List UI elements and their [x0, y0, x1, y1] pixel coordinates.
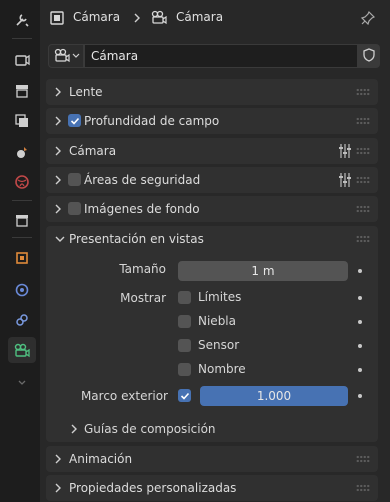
panel-title: Imágenes de fondo — [84, 202, 200, 216]
camera-data-icon — [150, 9, 168, 28]
show-mist-checkbox[interactable] — [178, 314, 191, 328]
chevron-right-icon — [70, 423, 78, 438]
chevron-down-icon[interactable] — [8, 370, 36, 396]
passepartout-label: Marco exterior — [80, 389, 168, 403]
show-limits-label: Límites — [198, 290, 242, 304]
show-name-option[interactable]: Nombre — [178, 362, 246, 376]
background-images-checkbox[interactable] — [68, 202, 81, 215]
show-name-checkbox[interactable] — [178, 362, 191, 376]
panel-title: Animación — [69, 452, 133, 466]
chevron-right-icon — [133, 12, 141, 27]
view-layer-icon[interactable] — [8, 108, 36, 134]
show-limits-option[interactable]: Límites — [178, 290, 241, 304]
subpanel-guias-de-composicion[interactable]: Guías de composición — [68, 416, 358, 442]
panel-imagenes-de-fondo[interactable]: Imágenes de fondo — [46, 196, 378, 222]
keyframe-dot[interactable] — [358, 368, 362, 372]
chevron-right-icon — [54, 475, 62, 501]
panel-title: Propiedades personalizadas — [69, 481, 237, 495]
chevron-down-icon — [72, 49, 80, 63]
chevron-right-icon — [54, 196, 62, 222]
drag-handle-icon[interactable] — [356, 147, 370, 155]
drag-handle-icon[interactable] — [356, 484, 370, 492]
show-limits-checkbox[interactable] — [178, 290, 191, 304]
fake-user-button[interactable] — [358, 44, 380, 68]
keyframe-dot[interactable] — [358, 344, 362, 348]
dof-checkbox[interactable] — [68, 114, 81, 127]
panel-areas-de-seguridad[interactable]: Áreas de seguridad — [46, 167, 378, 193]
safe-areas-checkbox[interactable] — [68, 173, 81, 186]
object-icon[interactable] — [8, 245, 36, 271]
panel-header[interactable]: Presentación en vistas — [46, 226, 378, 252]
chevron-right-icon — [54, 138, 62, 164]
camera-datablock-selector: Cámara — [48, 44, 380, 68]
passepartout-checkbox[interactable] — [178, 389, 191, 402]
presets-icon[interactable] — [338, 172, 352, 191]
datablock-browse-button[interactable] — [48, 44, 84, 68]
shield-icon — [362, 47, 376, 65]
panel-title: Cámara — [69, 144, 117, 158]
show-label: Mostrar — [120, 291, 166, 305]
size-field[interactable]: 1 m — [178, 261, 348, 281]
render-icon[interactable] — [8, 47, 36, 73]
physics-icon[interactable] — [8, 277, 36, 303]
object-square-icon — [50, 11, 64, 28]
collection-icon[interactable] — [8, 207, 36, 233]
show-sensor-checkbox[interactable] — [178, 338, 191, 352]
chevron-down-icon — [54, 226, 66, 252]
constraint-icon[interactable] — [8, 307, 36, 333]
breadcrumb: Cámara Cámara — [40, 0, 390, 36]
scene-icon[interactable] — [8, 139, 36, 165]
breadcrumb-data: Cámara — [176, 10, 224, 24]
keyframe-dot[interactable] — [358, 269, 362, 273]
panel-title: Lente — [69, 85, 103, 99]
show-sensor-option[interactable]: Sensor — [178, 338, 239, 352]
panel-animacion[interactable]: Animación — [46, 446, 378, 472]
world-icon[interactable] — [8, 169, 36, 195]
panel-title: Profundidad de campo — [84, 114, 220, 128]
chevron-right-icon — [54, 79, 62, 105]
size-label: Tamaño — [119, 262, 166, 276]
properties-tab-bar — [0, 0, 40, 502]
output-icon[interactable] — [8, 78, 36, 104]
breadcrumb-object: Cámara — [73, 10, 121, 24]
camera-data-icon[interactable] — [8, 337, 36, 363]
drag-handle-icon[interactable] — [356, 176, 370, 184]
chevron-right-icon — [54, 167, 62, 193]
drag-handle-icon[interactable] — [356, 205, 370, 213]
subpanel-title: Guías de composición — [84, 422, 216, 436]
panel-profundidad-de-campo[interactable]: Profundidad de campo — [46, 108, 378, 134]
keyframe-dot[interactable] — [358, 320, 362, 324]
presets-icon[interactable] — [338, 143, 352, 162]
show-sensor-label: Sensor — [198, 338, 240, 352]
panel-camara[interactable]: Cámara — [46, 138, 378, 164]
camera-data-icon — [53, 47, 71, 66]
pin-icon[interactable] — [360, 10, 376, 29]
chevron-right-icon — [54, 108, 62, 134]
panel-propiedades-personalizadas[interactable]: Propiedades personalizadas — [46, 475, 378, 501]
properties-editor: Cámara Cámara Cámara Lente Profundidad d… — [40, 0, 390, 502]
drag-handle-icon[interactable] — [356, 235, 370, 243]
chevron-right-icon — [54, 446, 62, 472]
drag-handle-icon[interactable] — [356, 88, 370, 96]
panel-title: Presentación en vistas — [69, 232, 204, 246]
drag-handle-icon[interactable] — [356, 455, 370, 463]
tool-icon[interactable] — [8, 7, 36, 33]
keyframe-dot[interactable] — [358, 296, 362, 300]
panel-lente[interactable]: Lente — [46, 79, 378, 105]
datablock-name-field[interactable]: Cámara — [84, 44, 358, 68]
panel-presentacion-en-vistas: Presentación en vistas Tamaño 1 m Mostra… — [46, 226, 378, 442]
passepartout-alpha-field[interactable]: 1.000 — [200, 386, 348, 406]
panel-title: Áreas de seguridad — [84, 173, 201, 187]
show-name-label: Nombre — [198, 362, 246, 376]
show-mist-label: Niebla — [198, 314, 236, 328]
keyframe-dot[interactable] — [358, 394, 362, 398]
show-mist-option[interactable]: Niebla — [178, 314, 236, 328]
drag-handle-icon[interactable] — [356, 117, 370, 125]
